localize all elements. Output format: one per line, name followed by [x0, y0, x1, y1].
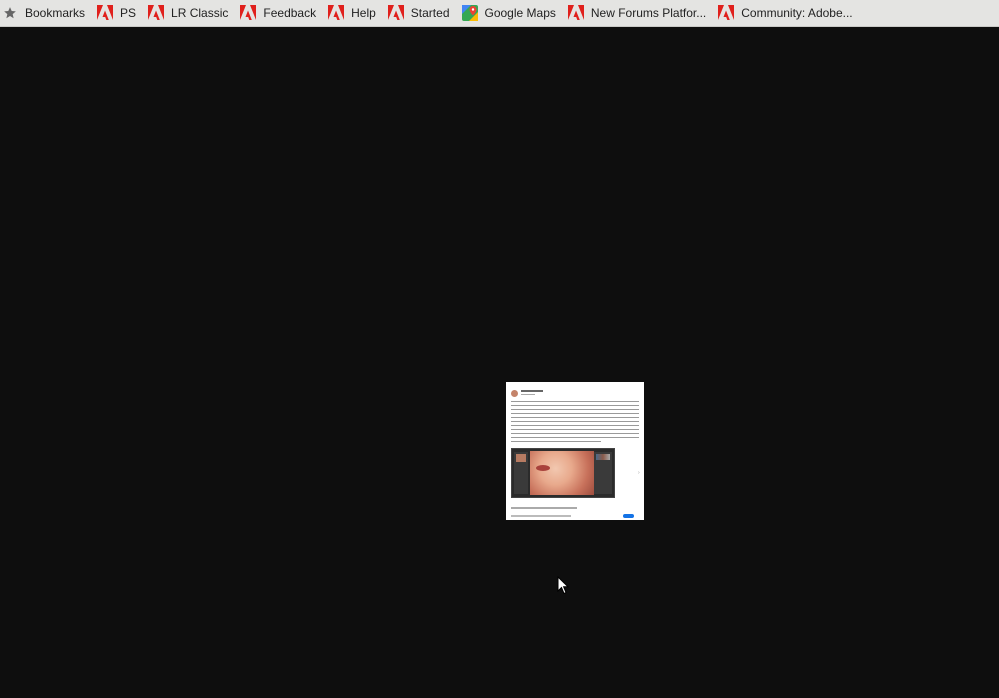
- adobe-icon: [148, 5, 165, 20]
- google-maps-icon: [461, 5, 478, 21]
- adobe-icon: [97, 5, 114, 20]
- reply-button: [623, 514, 634, 518]
- post-date-line: [521, 394, 535, 395]
- page-screenshot-thumbnail[interactable]: ›: [506, 382, 644, 520]
- bookmark-google-maps[interactable]: Google Maps: [457, 2, 563, 24]
- image-viewer[interactable]: ›: [0, 27, 999, 698]
- bookmark-label: Help: [351, 6, 376, 20]
- chevron-right-icon: ›: [638, 470, 640, 476]
- avatar: [511, 390, 518, 397]
- bookmark-community-adobe[interactable]: Community: Adobe...: [713, 2, 859, 24]
- bookmark-label: Community: Adobe...: [741, 6, 853, 20]
- adobe-icon: [567, 5, 584, 20]
- mouse-cursor-icon: [557, 576, 569, 595]
- right-panel: [594, 452, 612, 494]
- tags-line: [511, 507, 577, 509]
- embedded-lightroom-screenshot: [511, 448, 615, 498]
- bookmark-ps[interactable]: PS: [92, 2, 143, 24]
- bookmark-label: PS: [120, 6, 137, 20]
- adobe-icon: [240, 5, 257, 20]
- post-body-text: [511, 401, 639, 445]
- adobe-icon: [387, 5, 404, 20]
- bookmarks-bar: Bookmarks PS LR Classic Feedback Help St…: [0, 0, 999, 27]
- bookmark-lr-classic[interactable]: LR Classic: [143, 2, 235, 24]
- bookmark-label: Bookmarks: [25, 6, 86, 20]
- bookmark-label: Google Maps: [484, 6, 556, 20]
- star-icon: [4, 7, 16, 19]
- bookmark-started[interactable]: Started: [383, 2, 457, 24]
- bookmark-label: New Forums Platfor...: [590, 6, 707, 20]
- photo-detail: [536, 465, 550, 471]
- bookmark-feedback[interactable]: Feedback: [235, 2, 323, 24]
- bookmark-label: Started: [410, 6, 450, 20]
- bookmark-help[interactable]: Help: [323, 2, 383, 24]
- post-actions: [511, 515, 571, 517]
- bookmarks-menu[interactable]: Bookmarks: [2, 2, 92, 24]
- author-name-line: [521, 390, 543, 392]
- bookmark-label: LR Classic: [171, 6, 229, 20]
- portrait-photo: [530, 451, 594, 495]
- bookmark-new-forums-platform[interactable]: New Forums Platfor...: [563, 2, 713, 24]
- adobe-icon: [328, 5, 345, 20]
- bookmark-label: Feedback: [263, 6, 317, 20]
- adobe-icon: [718, 5, 735, 20]
- left-panel: [514, 452, 528, 494]
